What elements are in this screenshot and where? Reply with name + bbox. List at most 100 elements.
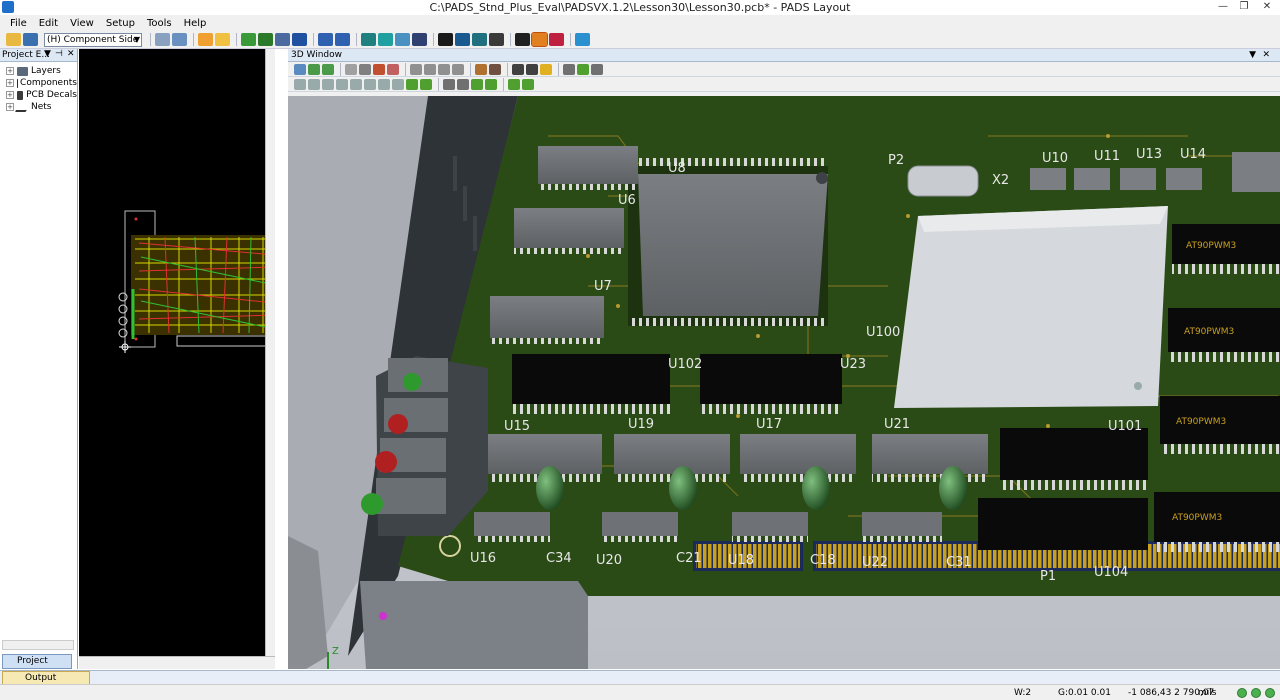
3d-iso-4-icon[interactable] bbox=[336, 78, 348, 90]
menu-file[interactable]: File bbox=[10, 18, 27, 29]
3d-fit-icon[interactable] bbox=[424, 63, 436, 75]
3d-model-icon[interactable] bbox=[563, 63, 575, 75]
chip-marking-3: AT90PWM3 bbox=[1176, 417, 1226, 427]
3d-iso-1-icon[interactable] bbox=[294, 78, 306, 90]
3d-green-icon[interactable] bbox=[577, 63, 589, 75]
3d-viewport[interactable]: U6 U7 U8 P2 X2 U10 U11 U13 U14 U100 U102… bbox=[288, 96, 1280, 669]
online-drc-icon[interactable] bbox=[549, 33, 564, 46]
toolbar-separator bbox=[510, 33, 511, 46]
paint-icon[interactable] bbox=[472, 33, 487, 46]
3d-view-front-icon[interactable] bbox=[294, 63, 306, 75]
pane-pin-icon[interactable]: ⊣ bbox=[55, 49, 63, 59]
tree-item-pcb-decals[interactable]: + PCB Decals bbox=[0, 89, 77, 101]
3d-measure-icon[interactable] bbox=[475, 63, 487, 75]
pane-dropdown-icon[interactable]: ▼ bbox=[44, 49, 51, 59]
redo-icon[interactable] bbox=[335, 33, 350, 46]
tree-item-components[interactable]: + Components bbox=[0, 77, 77, 89]
status-units: mils bbox=[1198, 688, 1217, 698]
expand-icon[interactable]: + bbox=[6, 67, 14, 75]
close-icon[interactable]: ✕ bbox=[1256, 0, 1278, 14]
3d-rotate-ccw-icon[interactable] bbox=[406, 78, 418, 90]
restore-icon[interactable]: ❐ bbox=[1233, 0, 1255, 14]
tree-item-nets[interactable]: + Nets bbox=[0, 101, 77, 113]
menu-help[interactable]: Help bbox=[184, 18, 207, 29]
3d-view-side-icon[interactable] bbox=[322, 63, 334, 75]
3d-right-icon[interactable] bbox=[392, 78, 404, 90]
ecosmode-icon[interactable] bbox=[275, 33, 290, 46]
3d-orbit-icon[interactable] bbox=[438, 63, 450, 75]
minimize-icon[interactable]: — bbox=[1212, 0, 1234, 14]
layer-select[interactable]: (H) Component Side Layer ▼ bbox=[44, 32, 142, 47]
display-icon[interactable] bbox=[361, 33, 376, 46]
menu-edit[interactable]: Edit bbox=[39, 18, 58, 29]
3d-fit-board-icon[interactable] bbox=[443, 78, 455, 90]
3d-top-icon[interactable] bbox=[350, 78, 362, 90]
properties-icon[interactable] bbox=[155, 33, 170, 46]
3d-snap-icon[interactable] bbox=[508, 78, 520, 90]
menu-setup[interactable]: Setup bbox=[106, 18, 135, 29]
view-saved-icon[interactable] bbox=[515, 33, 530, 46]
3d-bottom-icon[interactable] bbox=[364, 78, 376, 90]
filter-icon[interactable] bbox=[489, 33, 504, 46]
view-3d-icon[interactable] bbox=[531, 32, 548, 47]
layout-2d-view[interactable] bbox=[79, 49, 275, 669]
3d-view-back-icon[interactable] bbox=[308, 63, 320, 75]
3d-rotate-cw-icon[interactable] bbox=[420, 78, 432, 90]
silk-label-u19: U19 bbox=[628, 417, 654, 432]
expand-icon[interactable]: + bbox=[6, 103, 14, 111]
3d-clearance-icon[interactable] bbox=[489, 63, 501, 75]
silk-label-u17: U17 bbox=[756, 417, 782, 432]
project-explorer: Project E... ▼ ⊣ ✕ + Layers + Components… bbox=[0, 49, 78, 669]
layer-pair-icon[interactable] bbox=[395, 33, 410, 46]
dimensioning-icon[interactable] bbox=[258, 33, 273, 46]
pane-close-icon[interactable]: ✕ bbox=[1262, 49, 1270, 61]
drafting-toolbar-icon[interactable] bbox=[198, 33, 213, 46]
toolbar-separator bbox=[313, 33, 314, 46]
expand-icon[interactable]: + bbox=[6, 79, 14, 87]
redraw-icon[interactable] bbox=[378, 33, 393, 46]
3d-iso-3-icon[interactable] bbox=[322, 78, 334, 90]
layout-horizontal-scrollbar[interactable] bbox=[79, 656, 275, 669]
menu-view[interactable]: View bbox=[70, 18, 94, 29]
3d-properties-icon[interactable] bbox=[345, 63, 357, 75]
3d-scale-icon[interactable] bbox=[526, 63, 538, 75]
expand-icon[interactable]: + bbox=[6, 91, 14, 99]
toolbar-separator bbox=[558, 62, 559, 76]
3d-highlight-icon[interactable] bbox=[471, 78, 483, 90]
move-icon[interactable] bbox=[292, 33, 307, 46]
project-tab[interactable]: Project bbox=[2, 654, 72, 669]
3d-iso-2-icon[interactable] bbox=[308, 78, 320, 90]
open-folder-icon[interactable] bbox=[6, 33, 21, 46]
window-title: C:\PADS_Stnd_Plus_Eval\PADSVX.1.2\Lesson… bbox=[429, 1, 851, 14]
design-toolbar-icon[interactable] bbox=[215, 33, 230, 46]
menu-tools[interactable]: Tools bbox=[147, 18, 172, 29]
3d-walk-icon[interactable] bbox=[485, 78, 497, 90]
output-window-tab[interactable]: Output Window bbox=[2, 671, 90, 695]
3d-flip-icon[interactable] bbox=[512, 63, 524, 75]
3d-pan-icon[interactable] bbox=[452, 63, 464, 75]
route-icon[interactable] bbox=[241, 33, 256, 46]
warning-icon[interactable] bbox=[540, 63, 552, 75]
3d-select-icon[interactable] bbox=[359, 63, 371, 75]
3d-zoom-area-icon[interactable] bbox=[457, 78, 469, 90]
save-icon[interactable] bbox=[23, 33, 38, 46]
help-icon[interactable] bbox=[575, 33, 590, 46]
3d-settings-icon[interactable] bbox=[591, 63, 603, 75]
layout-vertical-scrollbar[interactable] bbox=[265, 49, 275, 656]
3d-align-icon[interactable] bbox=[522, 78, 534, 90]
project-explorer-header: Project E... ▼ ⊣ ✕ bbox=[0, 49, 77, 62]
tree-item-label: Layers bbox=[31, 66, 61, 76]
undo-icon[interactable] bbox=[318, 33, 333, 46]
tree-item-layers[interactable]: + Layers bbox=[0, 65, 77, 77]
3d-zoom-icon[interactable] bbox=[410, 63, 422, 75]
3d-export-icon[interactable] bbox=[387, 63, 399, 75]
pane-close-icon[interactable]: ✕ bbox=[67, 49, 75, 59]
project-horizontal-scrollbar[interactable] bbox=[2, 640, 74, 650]
3d-color-icon[interactable] bbox=[373, 63, 385, 75]
pane-dropdown-icon[interactable]: ▼ bbox=[1249, 49, 1256, 61]
3d-left-icon[interactable] bbox=[378, 78, 390, 90]
cursor-icon[interactable] bbox=[412, 33, 427, 46]
zoom-icon[interactable] bbox=[438, 33, 453, 46]
refresh-icon[interactable] bbox=[172, 33, 187, 46]
view-board-icon[interactable] bbox=[455, 33, 470, 46]
